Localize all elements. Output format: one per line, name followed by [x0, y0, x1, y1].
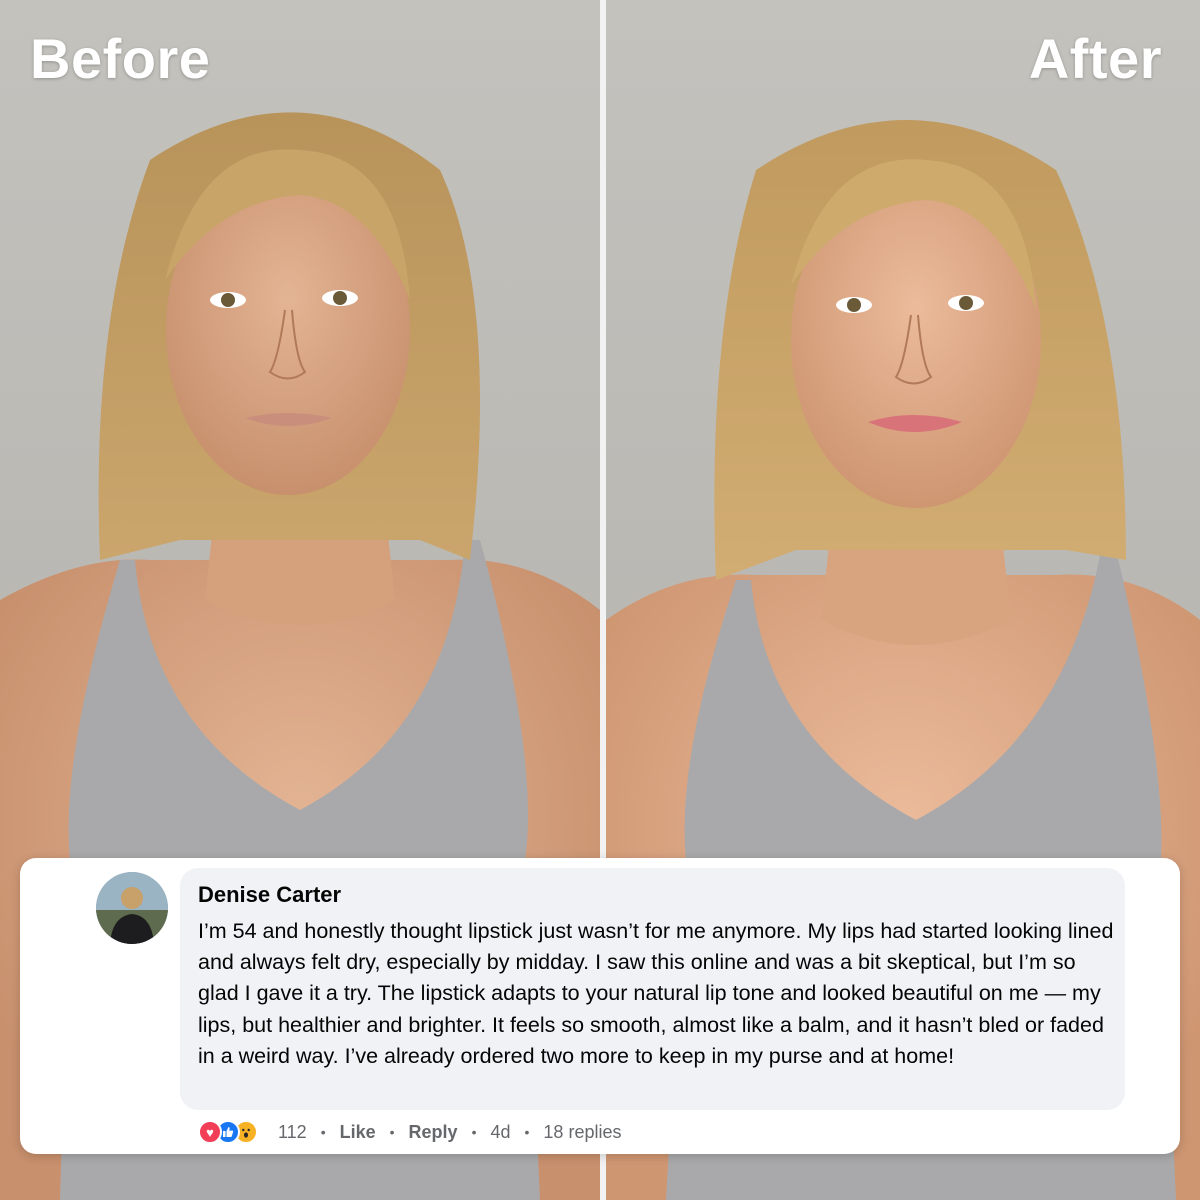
after-label: After — [1028, 27, 1162, 90]
comment-text: I’m 54 and honestly thought lipstick jus… — [198, 919, 1114, 1068]
comment-author[interactable]: Denise Carter — [198, 882, 341, 908]
reply-button[interactable]: Reply — [409, 1122, 458, 1143]
reactions-group[interactable]: ♥ — [198, 1120, 258, 1144]
comment-meta: ♥ 112 • Like • Reply • 4d • 18 replies — [198, 1116, 621, 1148]
avatar-photo — [96, 872, 168, 944]
comment-card: Denise Carter I’m 54 and honestly though… — [20, 858, 1180, 1154]
reaction-count: 112 — [278, 1121, 307, 1142]
replies-link[interactable]: 18 replies — [543, 1122, 621, 1143]
love-icon: ♥ — [198, 1120, 222, 1144]
separator-dot: • — [320, 1124, 326, 1140]
comment-bubble: Denise Carter I’m 54 and honestly though… — [180, 868, 1125, 1110]
separator-dot: • — [389, 1124, 395, 1140]
like-button[interactable]: Like — [340, 1122, 376, 1143]
separator-dot: • — [524, 1124, 530, 1140]
comment-age[interactable]: 4d — [490, 1122, 510, 1143]
avatar[interactable] — [96, 872, 168, 944]
separator-dot: • — [471, 1124, 477, 1140]
before-label: Before — [30, 27, 211, 90]
